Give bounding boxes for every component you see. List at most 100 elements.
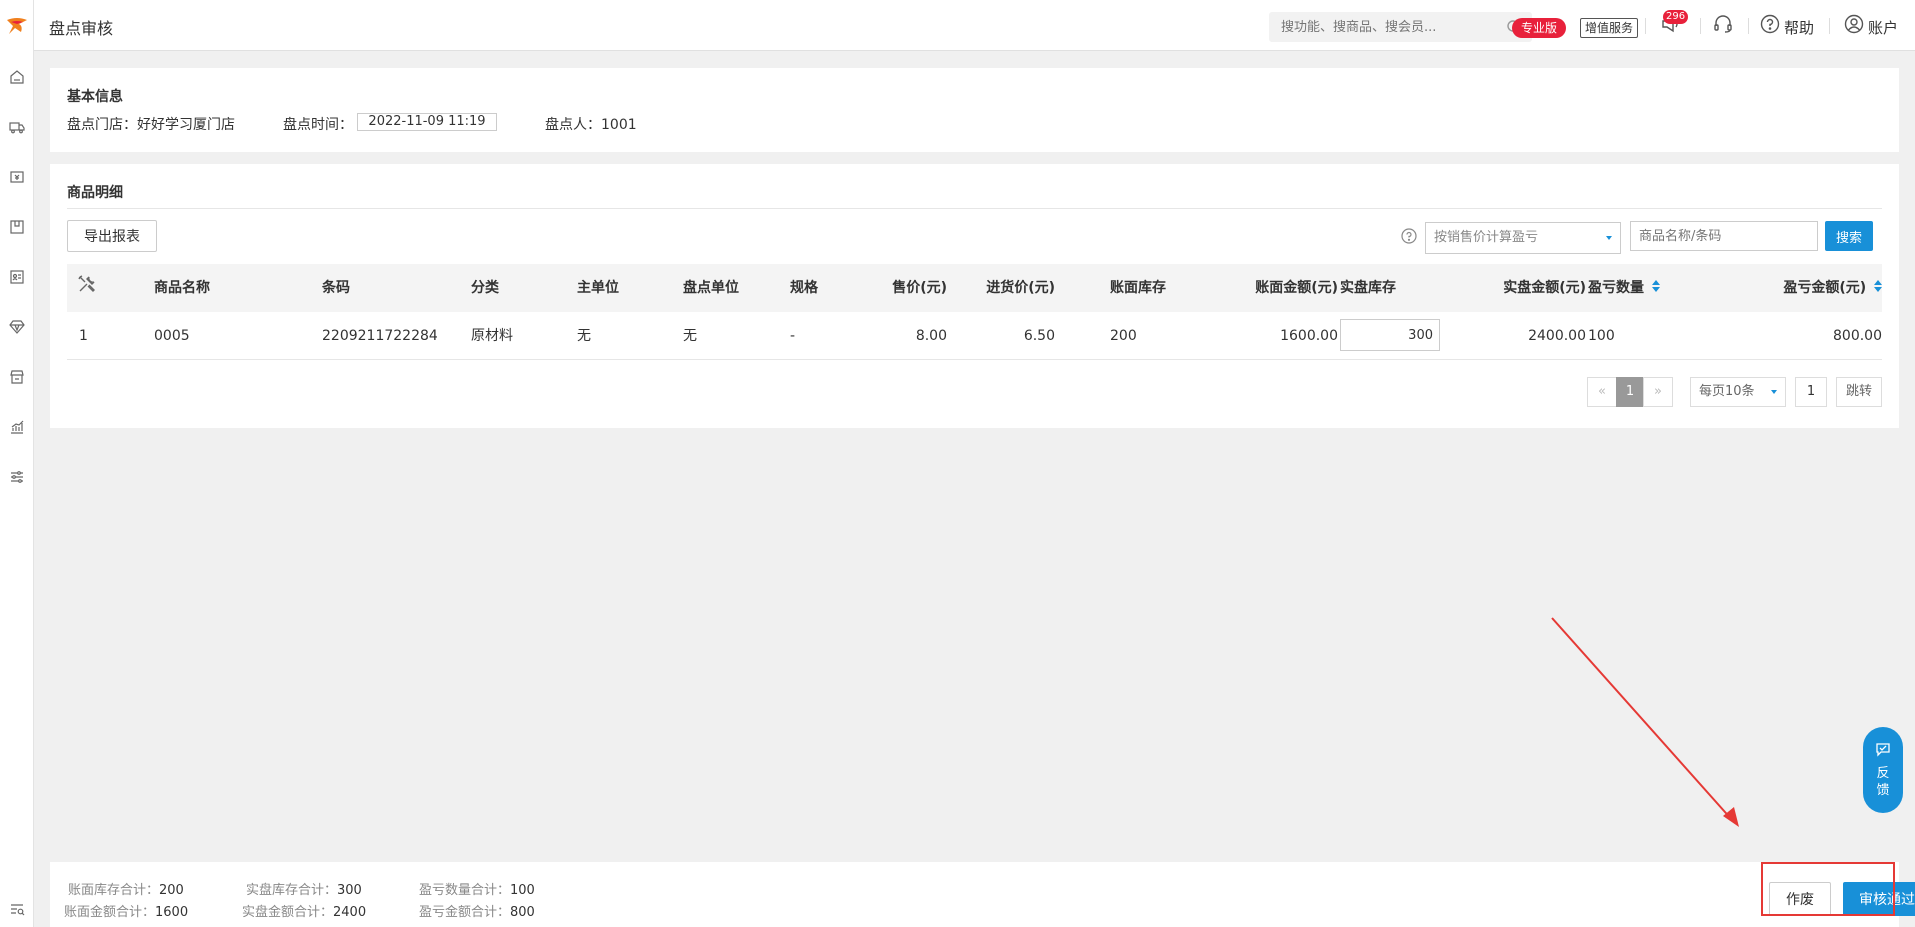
store-label: 盘点门店： — [67, 117, 137, 133]
feedback-label: 反 馈 — [1876, 766, 1890, 798]
actual-stock-input[interactable] — [1340, 319, 1440, 351]
table-row: 1 0005 2209211722284 原材料 无 无 - 8.00 6.50… — [67, 312, 1882, 360]
app-logo-icon[interactable] — [0, 12, 34, 40]
basic-info-panel: 基本信息 盘点门店：好好学习厦门店 盘点时间： 2022-11-09 11:19… — [50, 68, 1899, 152]
col-diff-qty[interactable]: 盈亏数量 — [1588, 264, 1660, 312]
headset-icon[interactable] — [1713, 14, 1733, 38]
global-search-input[interactable] — [1269, 12, 1494, 42]
row-diff-amount: 800.00 — [1833, 328, 1882, 344]
person-value: 1001 — [601, 117, 637, 133]
book-stock-total: 账面库存合计：200 — [68, 883, 184, 898]
settings-sliders-icon[interactable] — [6, 466, 28, 488]
account-link[interactable]: 账户 — [1868, 17, 1898, 38]
store-icon[interactable] — [6, 366, 28, 388]
row-actual-amount: 2400.00 — [1528, 328, 1586, 344]
basic-info-title: 基本信息 — [67, 89, 123, 105]
row-diff-qty: 100 — [1588, 328, 1615, 344]
pagination-page-1[interactable]: 1 — [1616, 377, 1644, 407]
question-circle-icon[interactable] — [1401, 228, 1417, 248]
actual-amount-total: 实盘金额合计：2400 — [242, 905, 367, 920]
cashier-icon[interactable] — [6, 166, 28, 188]
sort-icon[interactable] — [1651, 264, 1660, 312]
page-title: 盘点审核 — [49, 19, 114, 38]
jump-page-input[interactable]: 1 — [1795, 377, 1827, 407]
row-name: 0005 — [154, 328, 190, 344]
annotation-highlight-box — [1761, 862, 1895, 916]
diff-amount-total: 盈亏金额合计：800 — [419, 905, 535, 920]
product-search-input[interactable] — [1630, 221, 1818, 251]
col-barcode: 条码 — [322, 280, 350, 296]
row-cost: 6.50 — [1023, 328, 1055, 344]
col-cost: 进货价(元) — [986, 280, 1055, 296]
pagination-prev[interactable]: « — [1587, 377, 1617, 407]
left-sidebar — [0, 0, 34, 927]
store-info: 盘点门店：好好学习厦门店 — [67, 114, 235, 134]
chart-icon[interactable] — [6, 416, 28, 438]
col-count-unit: 盘点单位 — [683, 280, 739, 296]
row-book-stock: 200 — [1110, 328, 1137, 344]
row-barcode: 2209211722284 — [322, 328, 438, 344]
truck-icon[interactable] — [6, 116, 28, 138]
col-spec: 规格 — [790, 280, 818, 296]
col-diff-amount[interactable]: 盈亏金额(元) — [1783, 264, 1882, 312]
home-icon[interactable] — [6, 66, 28, 88]
export-report-button[interactable]: 导出报表 — [67, 220, 157, 252]
person-info: 盘点人：1001 — [545, 114, 637, 134]
col-actual-amount: 实盘金额(元) — [1503, 280, 1586, 296]
col-main-unit: 主单位 — [577, 280, 619, 296]
feedback-button[interactable]: 反 馈 — [1863, 727, 1903, 813]
page-size-select[interactable]: 每页10条 — [1690, 377, 1786, 407]
tools-icon[interactable] — [77, 274, 97, 302]
help-link[interactable]: 帮助 — [1784, 17, 1814, 38]
profit-calc-value: 按销售价计算盈亏 — [1434, 230, 1539, 245]
col-book-amount: 账面金额(元) — [1255, 280, 1338, 296]
profit-calc-select[interactable]: 按销售价计算盈亏 — [1425, 222, 1621, 254]
divider — [1645, 18, 1646, 34]
divider — [1700, 18, 1701, 34]
row-spec: - — [790, 328, 796, 344]
user-avatar-icon[interactable] — [1844, 14, 1864, 38]
col-name: 商品名称 — [154, 280, 210, 296]
sort-icon[interactable] — [1874, 264, 1882, 312]
member-card-icon[interactable] — [6, 266, 28, 288]
value-service-link[interactable]: 增值服务 — [1580, 18, 1639, 38]
row-count-unit: 无 — [683, 328, 697, 344]
row-main-unit: 无 — [577, 328, 591, 344]
details-title: 商品明细 — [67, 185, 123, 201]
help-icon[interactable] — [1760, 14, 1780, 38]
row-category: 原材料 — [471, 328, 513, 344]
col-category: 分类 — [471, 280, 499, 296]
divider — [1748, 18, 1749, 34]
row-price: 8.00 — [915, 328, 947, 344]
annotation-arrow-icon — [1551, 617, 1739, 827]
jump-button[interactable]: 跳转 — [1836, 377, 1882, 407]
pagination-next[interactable]: » — [1643, 377, 1673, 407]
global-search[interactable] — [1269, 12, 1532, 42]
diamond-icon[interactable] — [6, 316, 28, 338]
col-diff-amount-label: 盈亏金额(元) — [1783, 280, 1867, 296]
page-size-value: 每页10条 — [1699, 384, 1755, 399]
table-header: 商品名称 条码 分类 主单位 盘点单位 规格 售价(元) 进货价(元) 账面库存… — [67, 264, 1882, 312]
dropdown-arrow-icon — [1771, 390, 1777, 394]
divider — [67, 208, 1882, 209]
diff-qty-total: 盈亏数量合计：100 — [419, 883, 535, 898]
actual-stock-total: 实盘库存合计：300 — [246, 883, 362, 898]
dropdown-arrow-icon — [1606, 236, 1612, 240]
product-details-panel: 商品明细 导出报表 按销售价计算盈亏 搜索 商品名称 条码 分类 主单位 盘点单… — [50, 164, 1899, 428]
col-price: 售价(元) — [892, 280, 947, 296]
col-book-stock: 账面库存 — [1110, 280, 1166, 296]
store-value: 好好学习厦门店 — [137, 117, 235, 133]
person-label: 盘点人： — [545, 117, 601, 133]
row-index: 1 — [79, 328, 88, 344]
summary-footer: 账面库存合计：200 账面金额合计：1600 实盘库存合计：300 实盘金额合计… — [50, 862, 1915, 927]
row-book-amount: 1600.00 — [1280, 328, 1338, 344]
message-count-badge: 296 — [1663, 10, 1689, 24]
pro-edition-badge[interactable]: 专业版 — [1512, 18, 1567, 38]
search-button[interactable]: 搜索 — [1825, 221, 1873, 251]
search-list-icon[interactable] — [6, 898, 28, 920]
inventory-icon[interactable] — [6, 216, 28, 238]
time-label: 盘点时间： — [283, 117, 353, 133]
divider — [1829, 18, 1830, 34]
book-amount-total: 账面金额合计：1600 — [64, 905, 189, 920]
col-actual-stock: 实盘库存 — [1340, 280, 1396, 296]
